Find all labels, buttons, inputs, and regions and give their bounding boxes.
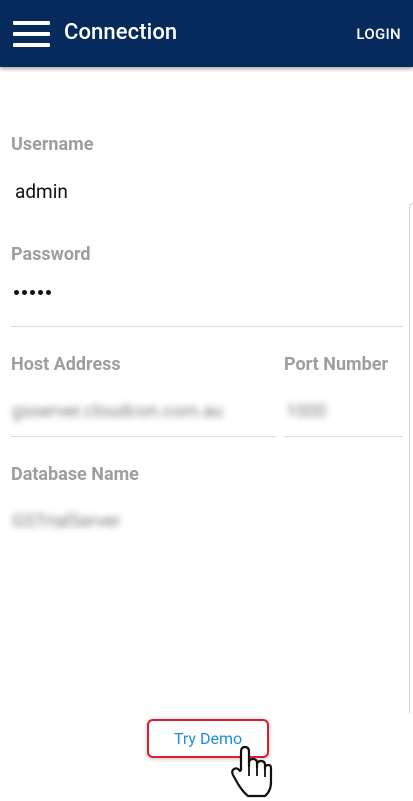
hand-pointer-icon bbox=[231, 745, 273, 798]
host-address-label: Host Address bbox=[11, 354, 121, 375]
port-number-underline bbox=[284, 436, 403, 437]
host-address-field[interactable]: gsserver.cloudcon.com.au bbox=[12, 401, 223, 422]
port-number-label: Port Number bbox=[284, 354, 389, 375]
port-number-field[interactable]: 1000 bbox=[286, 401, 326, 422]
database-name-label: Database Name bbox=[11, 464, 139, 485]
connection-screen: Connection LOGIN Username admin Password… bbox=[0, 0, 413, 801]
hamburger-menu-icon[interactable] bbox=[13, 21, 50, 48]
username-field[interactable]: admin bbox=[15, 180, 68, 203]
page-title: Connection bbox=[64, 20, 178, 45]
password-underline bbox=[11, 326, 403, 327]
login-button[interactable]: LOGIN bbox=[356, 25, 401, 43]
scroll-edge bbox=[409, 203, 413, 713]
host-address-underline bbox=[11, 436, 276, 437]
username-label: Username bbox=[11, 134, 94, 155]
password-label: Password bbox=[11, 244, 91, 265]
database-name-field[interactable]: GSTrialServer bbox=[12, 511, 120, 532]
password-field[interactable] bbox=[14, 290, 51, 295]
app-bar: Connection LOGIN bbox=[0, 0, 413, 67]
